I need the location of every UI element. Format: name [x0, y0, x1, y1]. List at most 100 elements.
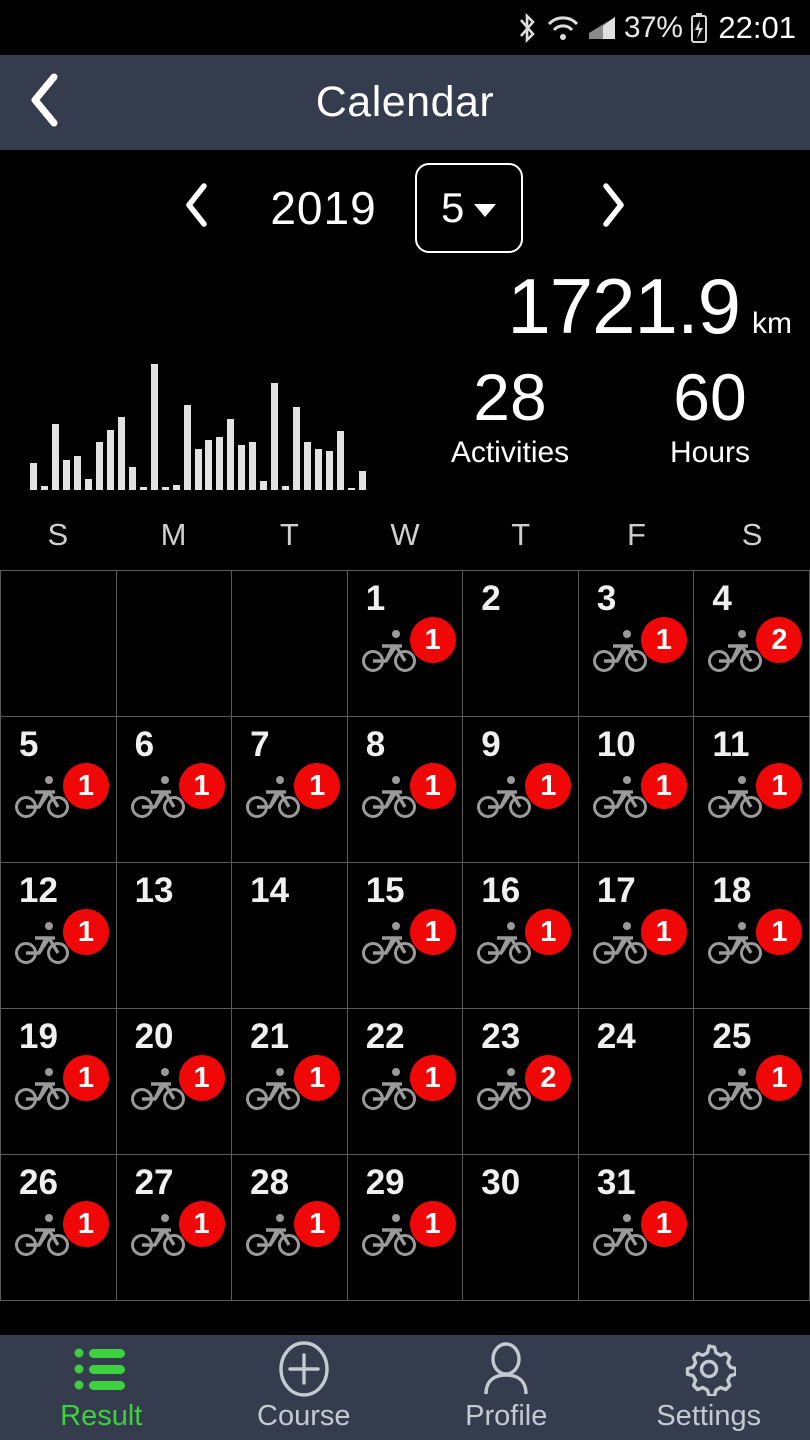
calendar-day-cell[interactable]: 10 1	[578, 717, 695, 863]
calendar-day-cell[interactable]: 12 1	[1, 863, 117, 1009]
activities-label: Activities	[450, 436, 570, 470]
chart-bar	[348, 487, 356, 490]
activity-indicator: 1	[592, 763, 687, 824]
calendar-day-cell[interactable]: 24	[578, 1009, 695, 1155]
calendar-day-cell[interactable]: 5 1	[1, 717, 117, 863]
back-button[interactable]	[0, 55, 90, 150]
bicycle-icon	[361, 776, 422, 823]
day-number: 16	[481, 871, 521, 910]
bar-slot	[247, 355, 258, 490]
activity-count-badge: 1	[409, 617, 456, 663]
calendar-day-cell[interactable]: 31 1	[578, 1155, 695, 1301]
calendar-day-cell[interactable]: 21 1	[232, 1009, 348, 1155]
activity-count-badge: 1	[409, 1055, 456, 1101]
prev-year-button[interactable]	[162, 163, 232, 253]
chart-bar	[249, 442, 257, 490]
day-number: 6	[134, 725, 155, 764]
day-number: 15	[365, 871, 405, 910]
activity-indicator: 1	[15, 909, 109, 970]
bar-slot	[291, 355, 302, 490]
calendar-day-cell[interactable]: 13	[116, 863, 233, 1009]
page-title: Calendar	[315, 78, 495, 126]
total-distance: 1721.9 km	[410, 267, 810, 345]
hours-label: Hours	[669, 436, 751, 470]
nav-item-course[interactable]: Course	[203, 1335, 406, 1440]
calendar-day-cell[interactable]: 4 2	[694, 571, 810, 717]
activity-indicator: 1	[477, 763, 572, 824]
bicycle-icon	[130, 1068, 191, 1115]
activity-count-badge: 1	[756, 909, 803, 955]
next-year-button[interactable]	[578, 163, 648, 253]
calendar-day-cell[interactable]: 16 1	[463, 863, 579, 1009]
day-number: 23	[481, 1017, 521, 1056]
summary-section: 1721.9 km 28 Activities 60 Hours	[0, 265, 810, 500]
activity-indicator: 2	[477, 1055, 572, 1116]
day-number: 11	[712, 725, 750, 764]
calendar-day-cell[interactable]: 18 1	[694, 863, 810, 1009]
calendar-day-cell[interactable]: 1 1	[347, 571, 464, 717]
calendar-day-cell[interactable]: 19 1	[1, 1009, 117, 1155]
activity-count-badge: 1	[756, 763, 803, 809]
calendar-day-cell[interactable]: 11 1	[694, 717, 810, 863]
gear-icon	[682, 1343, 736, 1396]
activity-count-badge: 2	[756, 617, 803, 663]
activity-count-badge: 1	[525, 763, 572, 809]
activity-count-badge: 1	[63, 909, 109, 955]
activity-indicator: 1	[361, 617, 456, 678]
calendar-day-cell[interactable]: 17 1	[578, 863, 695, 1009]
calendar-day-cell[interactable]: 9 1	[463, 717, 579, 863]
calendar-day-cell[interactable]: 15 1	[347, 863, 464, 1009]
calendar-day-cell[interactable]: 6 1	[116, 717, 233, 863]
calendar-day-cell[interactable]: 26 1	[1, 1155, 117, 1301]
calendar-day-cell[interactable]: 3 1	[578, 571, 695, 717]
day-number: 17	[596, 871, 636, 910]
calendar-day-cell[interactable]: 25 1	[694, 1009, 810, 1155]
chart-bar	[40, 485, 48, 490]
chart-bar	[227, 418, 235, 490]
activities-value: 28	[473, 360, 547, 434]
calendar-day-cell[interactable]: 20 1	[116, 1009, 233, 1155]
bar-slot	[105, 355, 116, 490]
calendar-day-cell[interactable]: 27 1	[116, 1155, 233, 1301]
calendar-day-cell[interactable]: 8 1	[347, 717, 464, 863]
calendar-day-cell[interactable]: 28 1	[232, 1155, 348, 1301]
bicycle-icon	[15, 1068, 75, 1115]
calendar-day-cell[interactable]: 14	[232, 863, 348, 1009]
chart-bar	[106, 430, 114, 490]
chart-bar	[293, 406, 301, 490]
activity-count-badge: 1	[409, 909, 456, 955]
day-number: 8	[365, 725, 386, 764]
chart-bar	[260, 481, 268, 490]
day-number: 20	[134, 1017, 174, 1056]
monthly-distance-bar-chart	[28, 355, 368, 490]
stats-panel: 1721.9 km 28 Activities 60 Hours	[410, 265, 810, 470]
activity-indicator: 1	[361, 1055, 456, 1116]
month-value: 5	[440, 183, 465, 231]
bicycle-icon	[708, 922, 768, 969]
calendar-day-cell[interactable]: 22 1	[347, 1009, 464, 1155]
activity-count-badge: 1	[178, 1201, 225, 1247]
calendar-day-cell[interactable]: 30	[463, 1155, 579, 1301]
calendar-day-cell[interactable]: 29 1	[347, 1155, 464, 1301]
hours-stat: 60 Hours	[610, 362, 810, 470]
calendar-day-cell[interactable]: 23 2	[463, 1009, 579, 1155]
calendar-day-cell[interactable]: 2	[463, 571, 579, 717]
nav-item-profile[interactable]: Profile	[405, 1335, 608, 1440]
month-dropdown[interactable]: 5	[414, 162, 523, 253]
calendar-grid: 1 123 14 25 16 1 7 1 8 1 9 1 10 1 11 1 1…	[0, 570, 810, 1301]
bar-slot	[182, 355, 193, 490]
nav-item-result[interactable]: Result	[0, 1335, 203, 1440]
bar-slot	[61, 355, 72, 490]
chart-bar	[150, 364, 158, 490]
activities-stat: 28 Activities	[410, 360, 610, 470]
day-number: 2	[481, 579, 501, 618]
activity-indicator: 2	[708, 617, 803, 678]
activity-indicator: 1	[130, 1055, 225, 1116]
chart-bar	[304, 442, 312, 490]
activity-indicator: 1	[361, 909, 456, 970]
nav-item-settings[interactable]: Settings	[608, 1335, 810, 1440]
bar-slot	[94, 355, 105, 490]
chart-bar	[337, 431, 345, 490]
calendar-day-cell[interactable]: 7 1	[232, 717, 348, 863]
day-number: 22	[365, 1017, 405, 1056]
